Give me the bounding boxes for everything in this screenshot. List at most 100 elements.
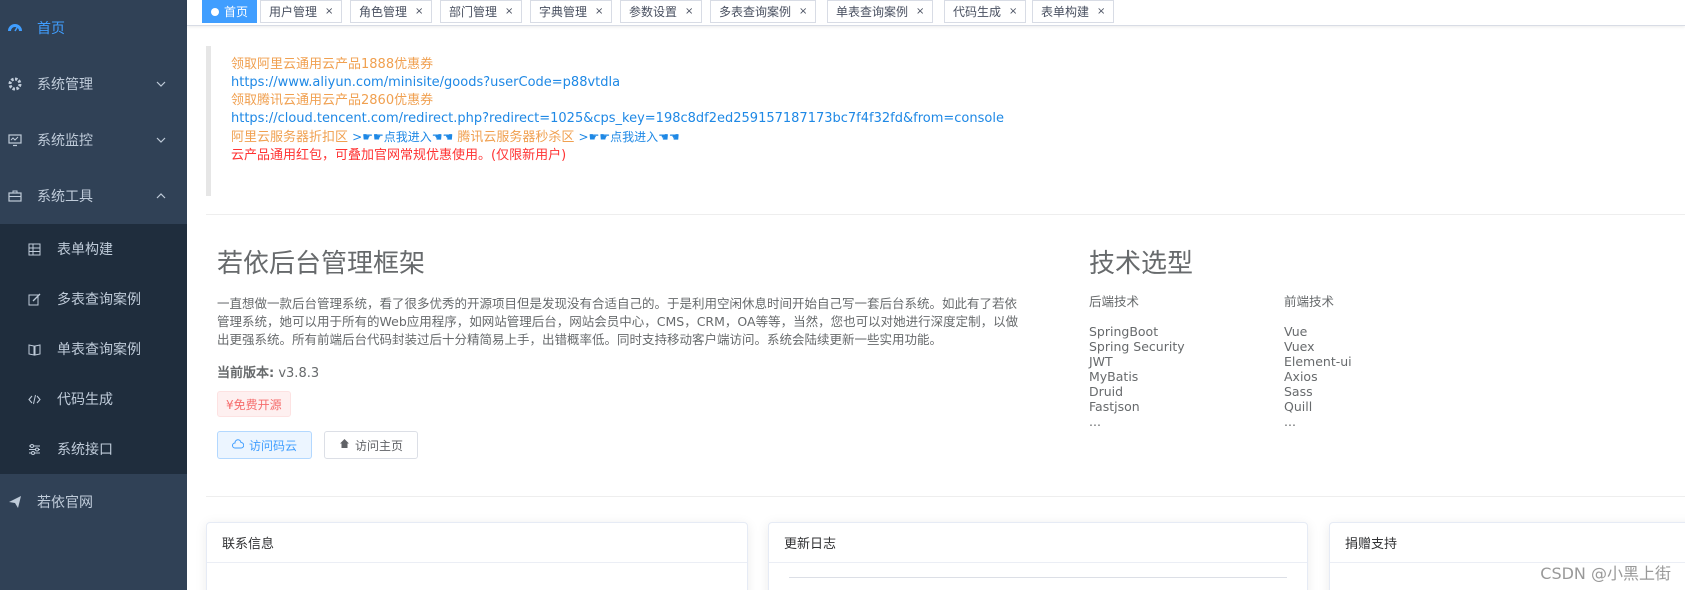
table-grid-icon [26,241,42,257]
submenu-code-generation-label: 代码生成 [57,392,113,408]
chevron-down-icon [155,134,167,146]
close-icon[interactable]: × [595,6,603,17]
tab-label: 表单构建 [1041,5,1090,19]
menu-system-monitor-label: 系统监控 [37,133,93,149]
promo-server-row: 阿里云服务器折扣区 >☛☛点我进入☚☚ 腾讯云服务器秒杀区 >☛☛点我进入☚☚ [231,128,1666,147]
book-icon [26,341,42,357]
changelog-title: 更新日志 [769,523,1307,563]
menu-home-label: 首页 [37,21,65,37]
menu-official-site[interactable]: 若依官网 [0,474,187,530]
system-tools-submenu: 表单构建 多表查询案例 单表查询案例 代码生成 系统接口 [0,224,187,474]
chevron-down-icon [155,78,167,90]
tab-code-generation[interactable]: 代码生成 × [944,0,1027,23]
visit-homepage-label: 访问主页 [355,438,404,453]
menu-system-tools-label: 系统工具 [37,189,93,205]
gear-icon [7,76,23,92]
aliyun-enter-link[interactable]: >☛☛点我进入☚☚ [352,130,453,144]
visit-homepage-button[interactable]: 访问主页 [324,431,419,459]
version-label: 当前版本: [217,366,275,381]
tab-label: 角色管理 [359,5,408,19]
close-icon[interactable]: × [916,6,924,17]
tab-label: 字典管理 [539,5,588,19]
list-item: Sass [1284,384,1313,399]
submenu-form-builder[interactable]: 表单构建 [0,224,187,274]
close-icon[interactable]: × [1097,6,1105,17]
backend-tech-heading: 后端技术 [1089,294,1140,309]
changelog-card: 更新日志 [768,522,1308,590]
tech-stack-title: 技术选型 [1089,249,1194,279]
tab-param-settings[interactable]: 参数设置 × [620,0,703,23]
divider [206,496,1685,497]
aliyun-coupon-link[interactable]: https://www.aliyun.com/minisite/goods?us… [231,74,1666,92]
home-icon [339,438,350,452]
list-item: Quill [1284,399,1313,414]
tab-label: 代码生成 [953,5,1002,19]
version-value: v3.8.3 [278,366,320,381]
menu-system-monitor[interactable]: 系统监控 [0,112,187,168]
list-item: JWT [1089,354,1113,369]
list-item: Vue [1284,324,1308,339]
close-icon[interactable]: × [1009,6,1017,17]
menu-official-site-label: 若依官网 [37,495,93,511]
close-icon[interactable]: × [505,6,513,17]
tencent-enter-link[interactable]: >☛☛点我进入☚☚ [579,130,680,144]
tab-label: 用户管理 [269,5,318,19]
frontend-tech-list: 前端技术 Vue Vuex Element-ui Axios Sass Quil… [1284,294,1352,429]
cloud-icon [232,438,245,452]
tab-single-table-query[interactable]: 单表查询案例 × [827,0,934,23]
close-icon[interactable]: × [415,6,423,17]
edit-icon [26,291,42,307]
close-icon[interactable]: × [799,6,807,17]
toolbox-icon [7,188,23,204]
submenu-single-table-query[interactable]: 单表查询案例 [0,324,187,374]
tab-role-management[interactable]: 角色管理 × [350,0,433,23]
tab-dict-management[interactable]: 字典管理 × [530,0,613,23]
tencent-coupon-link[interactable]: https://cloud.tencent.com/redirect.php?r… [231,110,1666,128]
contact-info-title: 联系信息 [207,523,747,563]
dashboard-icon [7,20,23,36]
tab-label: 单表查询案例 [836,5,909,19]
list-item: ... [1284,414,1296,429]
aliyun-discount-label: 阿里云服务器折扣区 [231,130,349,145]
visit-gitee-button[interactable]: 访问码云 [217,431,313,459]
code-icon [26,391,42,407]
list-item: Fastjson [1089,399,1140,414]
menu-system-management-label: 系统管理 [37,77,93,93]
close-icon[interactable]: × [685,6,693,17]
tab-dept-management[interactable]: 部门管理 × [440,0,523,23]
submenu-code-generation[interactable]: 代码生成 [0,374,187,424]
csdn-watermark: CSDN @小黑上街 [1540,564,1671,583]
monitor-icon [7,132,23,148]
close-icon[interactable]: × [325,6,333,17]
tab-form-builder[interactable]: 表单构建 × [1032,0,1115,23]
list-item: ... [1089,414,1101,429]
tab-label: 首页 [224,5,249,19]
tab-user-management[interactable]: 用户管理 × [260,0,343,23]
submenu-single-table-query-label: 单表查询案例 [57,342,141,358]
backend-tech-list: 后端技术 SpringBoot Spring Security JWT MyBa… [1089,294,1185,429]
sidebar: 首页 系统管理 系统监控 系统工具 表单构建 多表查询案例 单表查询案例 代码生… [0,0,187,590]
tab-label: 参数设置 [629,5,678,19]
menu-system-tools[interactable]: 系统工具 [0,168,187,224]
donate-title: 捐赠支持 [1330,523,1685,563]
tags-view-bar: 首页 用户管理 × 角色管理 × 部门管理 × 字典管理 × 参数设置 × 多表查询案例 ×… [187,0,1685,26]
divider [206,214,1685,215]
list-item: SpringBoot [1089,324,1159,339]
intro-description: 一直想做一款后台管理系统，看了很多优秀的开源项目但是发现没有合适自己的。于是利用… [217,296,1019,347]
version-info: 当前版本: v3.8.3 [217,362,319,381]
paper-plane-icon [7,494,23,510]
submenu-multi-table-query[interactable]: 多表查询案例 [0,274,187,324]
tencent-coupon-text: 领取腾讯云通用云产品2860优惠券 [231,93,434,108]
menu-home[interactable]: 首页 [0,0,187,56]
list-item: Druid [1089,384,1124,399]
tab-home[interactable]: 首页 [202,0,258,23]
promo-block: 领取阿里云通用云产品1888优惠券 https://www.aliyun.com… [206,46,1666,196]
visit-gitee-label: 访问码云 [249,438,298,453]
submenu-system-api[interactable]: 系统接口 [0,424,187,474]
list-item: Element-ui [1284,354,1352,369]
submenu-form-builder-label: 表单构建 [57,242,113,258]
menu-system-management[interactable]: 系统管理 [0,56,187,112]
contact-info-card: 联系信息 [206,522,748,590]
submenu-system-api-label: 系统接口 [57,442,113,458]
tab-multi-table-query[interactable]: 多表查询案例 × [710,0,817,23]
